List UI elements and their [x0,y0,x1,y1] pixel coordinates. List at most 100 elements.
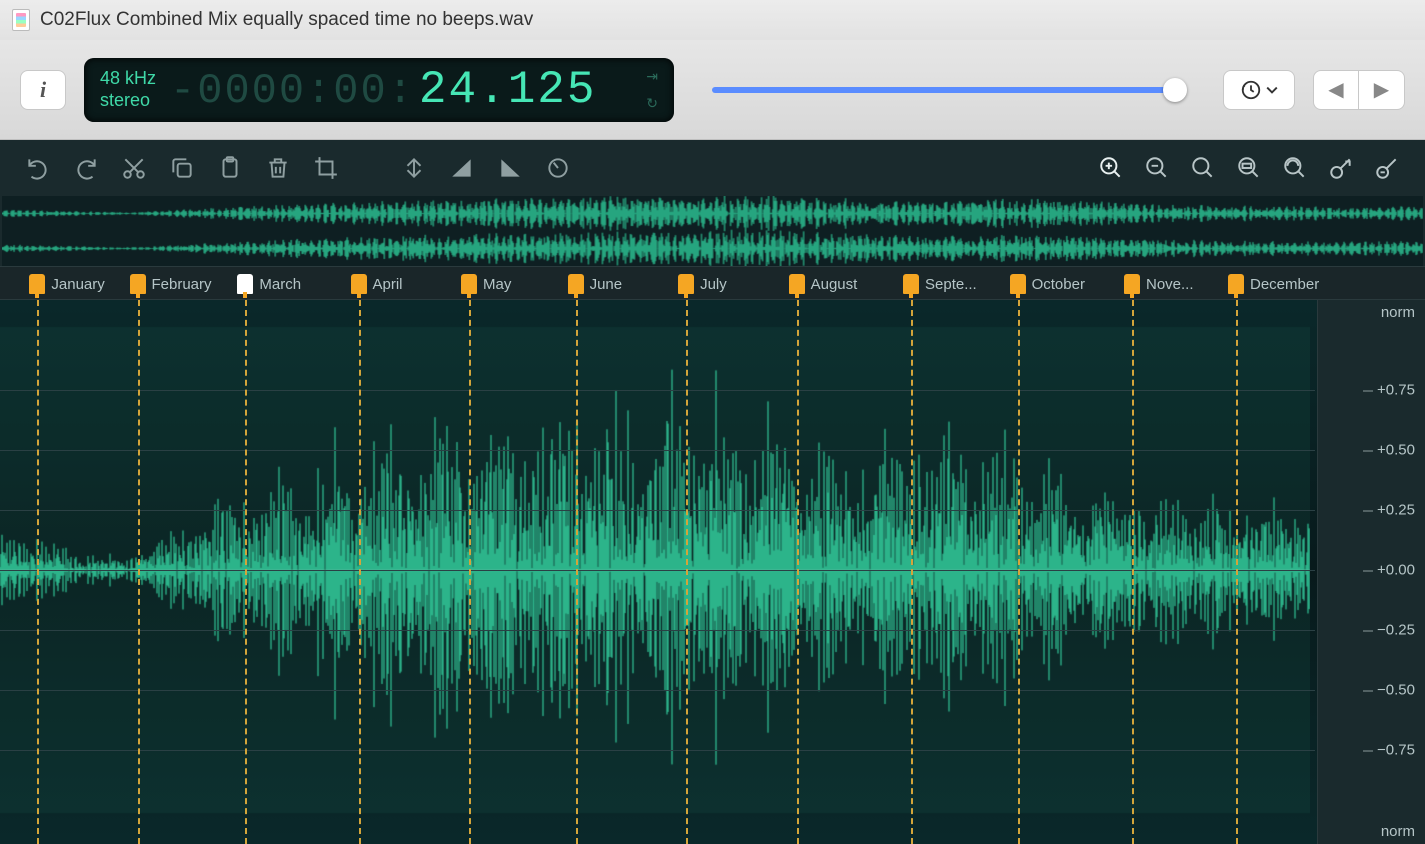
marker-flag-icon[interactable] [130,274,146,294]
nav-back-button[interactable]: ◀ [1313,70,1359,110]
amp-tick: −0.25 [1377,622,1415,639]
fade-out-button[interactable] [496,154,524,182]
redo-button[interactable] [72,154,100,182]
marker-flag-icon[interactable] [903,274,919,294]
vertical-zoom-out-button[interactable] [1373,154,1401,182]
marker-flag-icon[interactable] [1010,274,1026,294]
crop-button[interactable] [312,154,340,182]
marker-flag-icon[interactable] [1228,274,1244,294]
marker-label: January [51,276,104,293]
slider-thumb[interactable] [1163,78,1187,102]
marker-label: Septe... [925,276,977,293]
timecode-prefix: -0000:00: [170,67,415,115]
amp-tick: −0.75 [1377,742,1415,759]
info-button[interactable]: i [20,70,66,110]
zoom-selection-button[interactable] [1235,154,1263,182]
loop-icon[interactable]: ↻ [646,95,658,112]
sample-rate: 48 kHz [100,68,156,90]
marker-septe[interactable]: Septe... [903,271,977,297]
marker-label: August [811,276,858,293]
zoom-in-button[interactable] [1097,154,1125,182]
normalize-button[interactable] [400,154,428,182]
zoom-tool-button[interactable] [1189,154,1217,182]
marker-label: December [1250,276,1319,293]
zoom-out-button[interactable] [1143,154,1171,182]
titlebar: C02Flux Combined Mix equally spaced time… [0,0,1425,40]
marker-line [469,300,471,844]
marker-october[interactable]: October [1010,271,1085,297]
transport-bar: i 48 kHz stereo -0000:00: 24.125 ⇥ ↻ ◀ ▶ [0,40,1425,140]
cut-button[interactable] [120,154,148,182]
marker-flag-icon[interactable] [678,274,694,294]
marker-july[interactable]: July [678,271,727,297]
amplitude-scale: norm +0.75+0.50+0.25+0.00−0.25−0.50−0.75… [1317,300,1425,844]
grid-line [0,690,1315,691]
marker-january[interactable]: January [29,271,104,297]
amp-norm-bottom: norm [1381,823,1415,840]
marker-flag-icon[interactable] [29,274,45,294]
marker-line [686,300,688,844]
grid-line [0,630,1315,631]
history-icon [1240,79,1262,101]
marker-december[interactable]: December [1228,271,1319,297]
marker-label: May [483,276,511,293]
lcd-display: 48 kHz stereo -0000:00: 24.125 ⇥ ↻ [84,58,674,122]
marker-label: June [590,276,623,293]
marker-line [138,300,140,844]
marker-line [1236,300,1238,844]
marker-nove[interactable]: Nove... [1124,271,1194,297]
amp-tick: +0.75 [1377,382,1415,399]
audio-format: 48 kHz stereo [100,68,156,111]
document-title: C02Flux Combined Mix equally spaced time… [40,9,533,31]
marker-april[interactable]: April [351,271,403,297]
marker-ruler[interactable]: January February March April May June July Augu… [0,266,1425,300]
grid-line [0,570,1315,571]
chevron-down-icon [1266,84,1278,96]
marker-line [576,300,578,844]
grid-line [0,450,1315,451]
zoom-fit-button[interactable] [1281,154,1309,182]
waveform-overview[interactable] [2,196,1423,266]
fade-in-button[interactable] [448,154,476,182]
amp-tick: −0.50 [1377,682,1415,699]
marker-flag-icon[interactable] [1124,274,1140,294]
marker-flag-icon[interactable] [789,274,805,294]
marker-line [1018,300,1020,844]
marker-june[interactable]: June [568,271,623,297]
delete-button[interactable] [264,154,292,182]
marker-may[interactable]: May [461,271,511,297]
undo-button[interactable] [24,154,52,182]
marker-line [245,300,247,844]
marker-line [797,300,799,844]
copy-button[interactable] [168,154,196,182]
marker-line [911,300,913,844]
marker-flag-icon[interactable] [237,274,253,294]
marker-flag-icon[interactable] [568,274,584,294]
snap-icon[interactable]: ⇥ [646,68,658,85]
timecode: -0000:00: 24.125 [170,64,596,116]
nav-arrows: ◀ ▶ [1313,70,1405,110]
marker-label: July [700,276,727,293]
nav-forward-button[interactable]: ▶ [1359,70,1405,110]
marker-label: February [152,276,212,293]
waveform-main[interactable]: norm +0.75+0.50+0.25+0.00−0.25−0.50−0.75… [0,300,1425,844]
gain-knob-button[interactable] [544,154,572,182]
editor-area: January February March April May June July Augu… [0,140,1425,844]
timecode-seconds: 24.125 [419,64,597,116]
vertical-zoom-in-button[interactable] [1327,154,1355,182]
paste-button[interactable] [216,154,244,182]
marker-flag-icon[interactable] [461,274,477,294]
marker-line [359,300,361,844]
channel-mode: stereo [100,90,156,112]
marker-august[interactable]: August [789,271,858,297]
grid-line [0,390,1315,391]
lcd-toggle-icons[interactable]: ⇥ ↻ [646,68,658,112]
marker-flag-icon[interactable] [351,274,367,294]
marker-february[interactable]: February [130,271,212,297]
history-button[interactable] [1223,70,1295,110]
position-slider[interactable] [692,87,1205,93]
marker-march[interactable]: March [237,271,301,297]
marker-line [37,300,39,844]
marker-label: April [373,276,403,293]
document-icon [12,9,30,31]
